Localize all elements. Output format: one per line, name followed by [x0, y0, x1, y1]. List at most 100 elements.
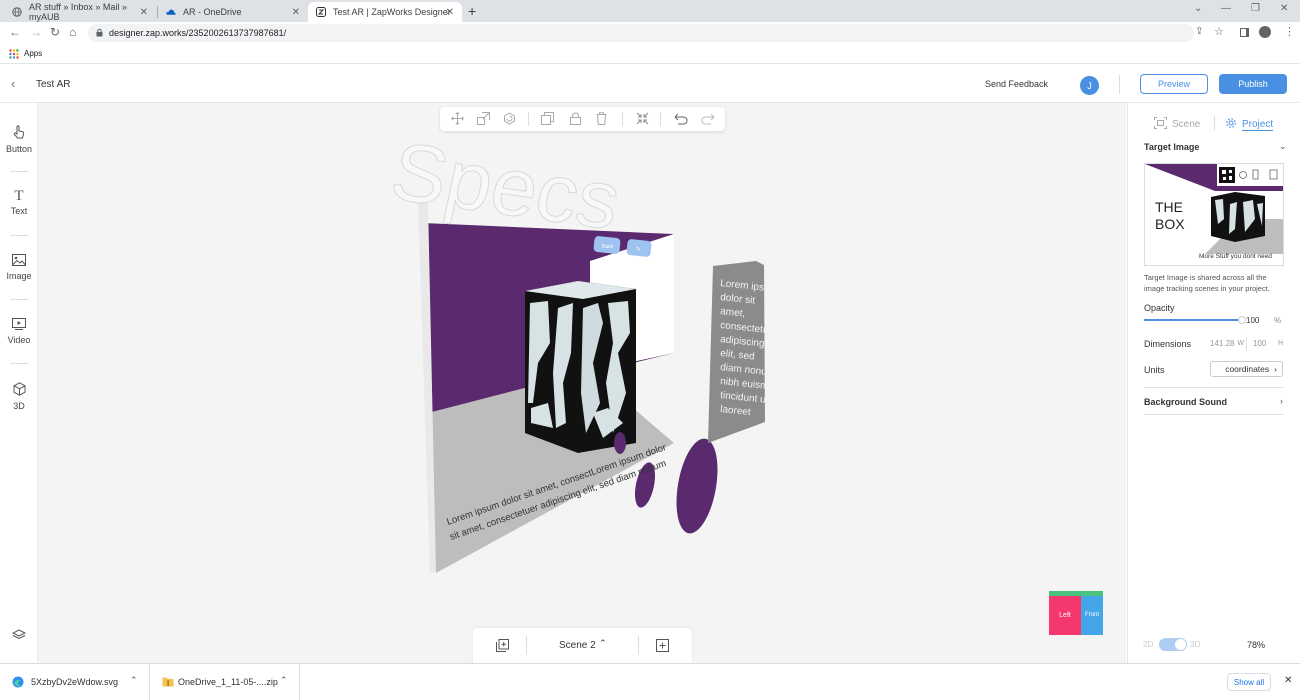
app-header: ‹ Test AR Send Feedback J Preview Publis…: [0, 65, 1300, 103]
tool-image[interactable]: Image: [0, 254, 38, 281]
profile-avatar-icon[interactable]: [1259, 26, 1271, 38]
target-image-section-title[interactable]: Target Image: [1144, 142, 1284, 152]
zoom-level[interactable]: 78%: [1247, 640, 1265, 650]
publish-button[interactable]: Publish: [1219, 74, 1287, 94]
scene-name[interactable]: Scene 2: [559, 640, 596, 651]
chevron-up-icon[interactable]: ⌃: [130, 675, 138, 686]
hand-pointer-icon: [0, 125, 38, 141]
folder-zip-icon: [162, 676, 174, 689]
background-sound-section[interactable]: Background Sound: [1144, 397, 1284, 407]
project-title: Test AR: [36, 79, 71, 90]
tool-text[interactable]: T Text: [0, 188, 38, 217]
mode-3d-label[interactable]: 3D: [1190, 640, 1200, 649]
mode-toggle[interactable]: [1159, 638, 1187, 651]
download-filename: 5XzbyDv2eWdow.svg: [31, 677, 119, 687]
chevron-right-icon[interactable]: ›: [1280, 396, 1283, 406]
scene-canvas[interactable]: Specs Back Tr Lorem ipsum dolor sit amet…: [38, 103, 1126, 663]
tool-3d[interactable]: 3D: [0, 382, 38, 411]
bookmarks-bar: Apps: [0, 44, 1300, 64]
cube-face-front[interactable]: Front: [1081, 595, 1103, 635]
dimensions-inputs: 141.28 W 100 H: [1210, 335, 1283, 351]
text-T-icon: T: [14, 188, 24, 204]
cube-icon: [0, 382, 38, 398]
back-chevron-icon[interactable]: ‹: [11, 76, 15, 91]
tool-video[interactable]: Video: [0, 318, 38, 345]
downloads-bar: 5XzbyDv2eWdow.svg ⌃ OneDrive_1_11-05-...…: [0, 663, 1300, 700]
side-panel-icon[interactable]: [1240, 28, 1249, 37]
browser-tab-onedrive[interactable]: AR - OneDrive ✕: [158, 2, 308, 22]
tool-divider: [10, 235, 28, 236]
tool-divider: [10, 363, 28, 364]
opacity-slider-handle[interactable]: [1238, 316, 1246, 324]
panel-divider: [1144, 387, 1284, 388]
dimension-width-field[interactable]: 141.28 W: [1210, 335, 1247, 351]
browser-tab-zapworks[interactable]: Test AR | ZapWorks Designer ✕: [308, 2, 462, 22]
box-3d-model[interactable]: [525, 281, 636, 453]
units-select[interactable]: coordinates ›: [1210, 361, 1283, 377]
target-image-thumbnail[interactable]: THE BOX More Stuff you dont need: [1144, 163, 1284, 266]
send-feedback-link[interactable]: Send Feedback: [985, 79, 1048, 89]
browser-tab-mail[interactable]: AR stuff » Inbox » Mail » myAUB ✕: [4, 2, 156, 22]
tools-sidebar: Button T Text Image Video 3D: [0, 103, 38, 663]
close-icon[interactable]: ✕: [140, 7, 148, 18]
chevron-up-icon[interactable]: ⌃: [599, 638, 607, 649]
preview-button[interactable]: Preview: [1140, 74, 1208, 94]
add-scene-icon[interactable]: [656, 639, 669, 657]
close-icon[interactable]: ✕: [1284, 675, 1292, 686]
download-item[interactable]: 5XzbyDv2eWdow.svg ⌃: [0, 664, 150, 700]
edge-file-icon: [12, 676, 24, 690]
back-arrow-icon[interactable]: ←: [9, 25, 21, 39]
cube-face-top[interactable]: [1049, 591, 1103, 596]
browser-tab-title: Test AR | ZapWorks Designer: [333, 7, 451, 17]
tool-label: Button: [5, 144, 33, 154]
tr-button-3d-label: Tr: [636, 247, 641, 253]
star-bookmark-icon[interactable]: ☆: [1214, 25, 1224, 38]
close-window-icon[interactable]: ✕: [1280, 3, 1288, 14]
dimension-height-field[interactable]: 100 H: [1247, 335, 1283, 351]
url-text: designer.zap.works/2352002613737987681/: [109, 28, 287, 38]
close-icon[interactable]: ✕: [292, 7, 300, 18]
share-icon[interactable]: ⇪: [1195, 26, 1203, 37]
target-thumb-title-line1: THE: [1155, 199, 1183, 215]
tab-search-chevron-icon[interactable]: ⌄: [1194, 3, 1202, 14]
mode-2d-label[interactable]: 2D: [1143, 640, 1153, 649]
cube-face-left[interactable]: Left: [1049, 595, 1081, 635]
tool-label: Text: [10, 206, 28, 216]
onedrive-cloud-icon: [166, 7, 176, 17]
tool-divider: [10, 299, 28, 300]
download-filename: OneDrive_1_11-05-....zip: [178, 677, 278, 687]
opacity-slider-track[interactable]: [1144, 316, 1246, 324]
orientation-cube[interactable]: Left Front: [1049, 591, 1103, 635]
home-icon[interactable]: ⌂: [69, 25, 76, 39]
purple-dot-small[interactable]: [614, 432, 626, 454]
add-scene-copy-icon[interactable]: [496, 639, 509, 657]
minimize-icon[interactable]: —: [1221, 3, 1231, 14]
apps-grid-icon[interactable]: [9, 49, 19, 61]
tab-project[interactable]: Project: [1225, 117, 1274, 132]
new-tab-button[interactable]: +: [468, 3, 476, 19]
chevron-up-icon[interactable]: ⌃: [280, 675, 288, 686]
chevron-right-icon: ›: [1274, 364, 1277, 374]
tab-scene[interactable]: Scene: [1154, 117, 1200, 132]
opacity-value[interactable]: 100: [1246, 316, 1259, 325]
download-item[interactable]: OneDrive_1_11-05-....zip ⌃: [150, 664, 300, 700]
purple-dot-large[interactable]: [670, 435, 724, 536]
restore-window-icon[interactable]: ❐: [1251, 3, 1260, 14]
side-panel-text-group: Lorem ipsum dolor sit amet, consectetuer…: [720, 278, 789, 418]
header-divider: [1119, 75, 1120, 94]
chevron-down-icon[interactable]: ⌄: [1279, 141, 1287, 152]
close-icon[interactable]: ✕: [446, 7, 454, 18]
apps-bookmark[interactable]: Apps: [24, 49, 42, 58]
tool-button[interactable]: Button: [0, 125, 38, 154]
layers-icon[interactable]: [11, 628, 27, 646]
dimension-width-value: 141.28: [1210, 338, 1235, 348]
more-vert-icon[interactable]: ⋮: [1284, 25, 1295, 38]
browser-tab-strip: AR stuff » Inbox » Mail » myAUB ✕ AR - O…: [0, 0, 1300, 22]
gear-icon: [1225, 117, 1237, 132]
user-avatar[interactable]: J: [1080, 76, 1099, 95]
forward-arrow-icon[interactable]: →: [30, 25, 42, 39]
reload-icon[interactable]: ↻: [50, 25, 60, 39]
show-all-downloads-button[interactable]: Show all: [1227, 673, 1271, 691]
address-bar[interactable]: designer.zap.works/2352002613737987681/: [88, 24, 1194, 42]
target-thumb-title: THE BOX: [1155, 199, 1185, 233]
